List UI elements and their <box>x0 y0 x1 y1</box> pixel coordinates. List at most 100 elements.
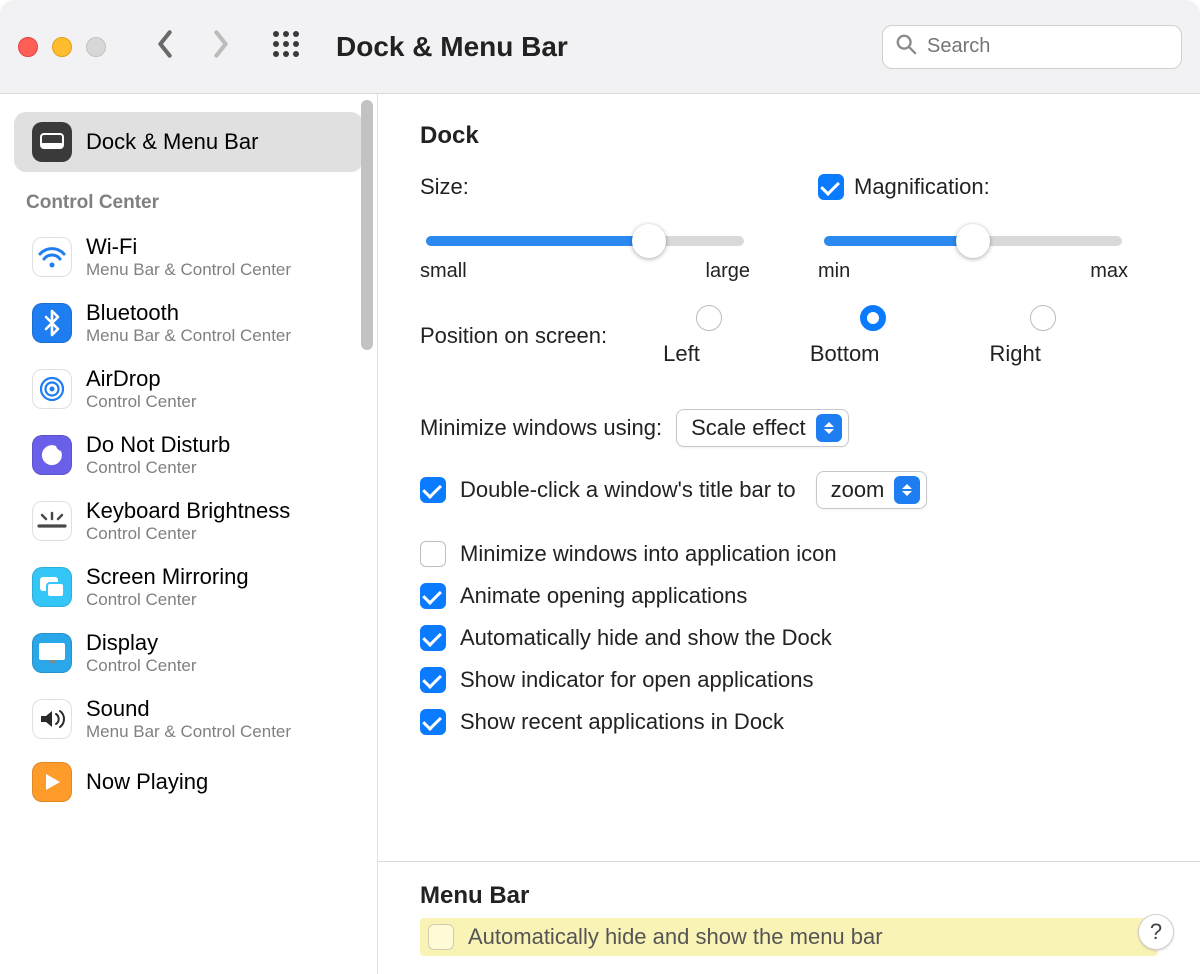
sidebar-item-label: Do Not Disturb <box>86 432 230 458</box>
sidebar-item-sublabel: Menu Bar & Control Center <box>86 326 291 346</box>
size-slider-group: Size: small large <box>420 174 750 283</box>
dock-section-title: Dock <box>420 122 1158 150</box>
dock-option-row: Show recent applications in Dock <box>420 709 1158 735</box>
auto-hide-menubar-checkbox[interactable] <box>428 924 454 950</box>
sidebar-item-display[interactable]: DisplayControl Center <box>14 620 363 686</box>
radio-option-right[interactable]: Right <box>990 305 1097 367</box>
titlebar-doubleclick-checkbox[interactable] <box>420 477 446 503</box>
back-icon[interactable] <box>154 30 176 63</box>
position-label: Position on screen: <box>420 323 607 349</box>
dock-option-label: Minimize windows into application icon <box>460 541 837 567</box>
dock-option-checkbox[interactable] <box>420 709 446 735</box>
dnd-icon <box>32 435 72 475</box>
dock-option-row: Show indicator for open applications <box>420 667 1158 693</box>
titlebar-action-dropdown[interactable]: zoom <box>816 471 928 509</box>
keyboard-brightness-icon <box>32 501 72 541</box>
sidebar-item-keyboard-brightness[interactable]: Keyboard BrightnessControl Center <box>14 488 363 554</box>
search-icon <box>895 33 917 60</box>
dock-option-checkbox[interactable] <box>420 541 446 567</box>
radio-option-bottom[interactable]: Bottom <box>810 305 936 367</box>
radio-bottom[interactable] <box>860 305 886 331</box>
radio-right[interactable] <box>1030 305 1056 331</box>
minimize-effect-value: Scale effect <box>691 415 806 441</box>
dock-option-checkbox[interactable] <box>420 583 446 609</box>
sidebar-item-sound[interactable]: SoundMenu Bar & Control Center <box>14 686 363 752</box>
sidebar-item-airdrop[interactable]: AirDropControl Center <box>14 356 363 422</box>
sidebar-item-sublabel: Control Center <box>86 392 197 412</box>
search-text[interactable] <box>927 35 1169 58</box>
sidebar-item-label: Now Playing <box>86 769 208 795</box>
menubar-section: Menu Bar Automatically hide and show the… <box>378 861 1200 974</box>
auto-hide-menubar-label: Automatically hide and show the menu bar <box>468 924 883 950</box>
dock-option-label: Automatically hide and show the Dock <box>460 625 832 651</box>
sidebar-item-sublabel: Menu Bar & Control Center <box>86 722 291 742</box>
sidebar-item-sublabel: Menu Bar & Control Center <box>86 260 291 280</box>
minimize-icon[interactable] <box>52 37 72 57</box>
dock-option-checkbox[interactable] <box>420 667 446 693</box>
display-icon <box>32 633 72 673</box>
sidebar-item-wi-fi[interactable]: Wi-FiMenu Bar & Control Center <box>14 224 363 290</box>
chevron-updown-icon <box>816 414 842 442</box>
zoom-icon[interactable] <box>86 37 106 57</box>
radio-label: Bottom <box>810 341 880 367</box>
sidebar-item-label: Sound <box>86 696 291 722</box>
now-playing-icon <box>32 762 72 802</box>
dock-menubar-icon <box>32 122 72 162</box>
magnification-checkbox[interactable] <box>818 174 844 200</box>
size-min-label: small <box>420 260 467 283</box>
titlebar-doubleclick-row: Double-click a window's title bar to zoo… <box>420 471 1158 509</box>
scrollbar[interactable] <box>361 100 373 350</box>
dock-option-checkbox[interactable] <box>420 625 446 651</box>
mag-max-label: max <box>1090 260 1128 283</box>
help-icon: ? <box>1150 919 1162 945</box>
wifi-icon <box>32 237 72 277</box>
close-icon[interactable] <box>18 37 38 57</box>
sidebar: Dock & Menu Bar Control Center Wi-FiMenu… <box>0 94 378 974</box>
mag-min-label: min <box>818 260 850 283</box>
toolbar: Dock & Menu Bar <box>0 0 1200 94</box>
main-panel: Dock Size: small large <box>378 94 1200 974</box>
sidebar-item-sublabel: Control Center <box>86 656 197 676</box>
radio-option-left[interactable]: Left <box>663 305 756 367</box>
minimize-effect-dropdown[interactable]: Scale effect <box>676 409 849 447</box>
sidebar-group-label: Control Center <box>14 172 363 224</box>
forward-icon[interactable] <box>210 30 232 63</box>
page-title: Dock & Menu Bar <box>336 31 568 63</box>
search-input[interactable] <box>882 25 1182 69</box>
sidebar-item-sublabel: Control Center <box>86 524 290 544</box>
magnification-slider-group: Magnification: min max <box>818 174 1128 283</box>
dock-option-label: Show recent applications in Dock <box>460 709 784 735</box>
radio-left[interactable] <box>696 305 722 331</box>
sidebar-item-screen-mirroring[interactable]: Screen MirroringControl Center <box>14 554 363 620</box>
sidebar-item-bluetooth[interactable]: BluetoothMenu Bar & Control Center <box>14 290 363 356</box>
sidebar-item-dock-menubar[interactable]: Dock & Menu Bar <box>14 112 363 172</box>
size-label: Size: <box>420 174 469 200</box>
sidebar-item-label: Keyboard Brightness <box>86 498 290 524</box>
sidebar-item-do-not-disturb[interactable]: Do Not DisturbControl Center <box>14 422 363 488</box>
magnification-slider[interactable] <box>824 236 1122 246</box>
radio-label: Left <box>663 341 700 367</box>
magnification-slider-thumb[interactable] <box>956 224 990 258</box>
sound-icon <box>32 699 72 739</box>
dock-option-label: Show indicator for open applications <box>460 667 813 693</box>
dock-option-row: Minimize windows into application icon <box>420 541 1158 567</box>
size-slider[interactable] <box>426 236 744 246</box>
help-button[interactable]: ? <box>1138 914 1174 950</box>
minimize-windows-label: Minimize windows using: <box>420 415 662 441</box>
menubar-section-title: Menu Bar <box>420 882 1158 910</box>
sidebar-item-sublabel: Control Center <box>86 590 249 610</box>
dock-option-row: Animate opening applications <box>420 583 1158 609</box>
show-all-icon[interactable] <box>272 30 300 63</box>
magnification-label: Magnification: <box>854 174 990 200</box>
auto-hide-menubar-row: Automatically hide and show the menu bar <box>420 918 1158 956</box>
screen-mirroring-icon <box>32 567 72 607</box>
titlebar-action-value: zoom <box>831 477 885 503</box>
sidebar-item-label: AirDrop <box>86 366 197 392</box>
sidebar-item-label: Wi-Fi <box>86 234 291 260</box>
size-slider-thumb[interactable] <box>632 224 666 258</box>
sidebar-item-label: Screen Mirroring <box>86 564 249 590</box>
sidebar-item-label: Display <box>86 630 197 656</box>
sidebar-item-now-playing[interactable]: Now Playing <box>14 752 363 812</box>
sidebar-item-label: Bluetooth <box>86 300 291 326</box>
preferences-window: Dock & Menu Bar Dock & Menu Bar Control … <box>0 0 1200 974</box>
